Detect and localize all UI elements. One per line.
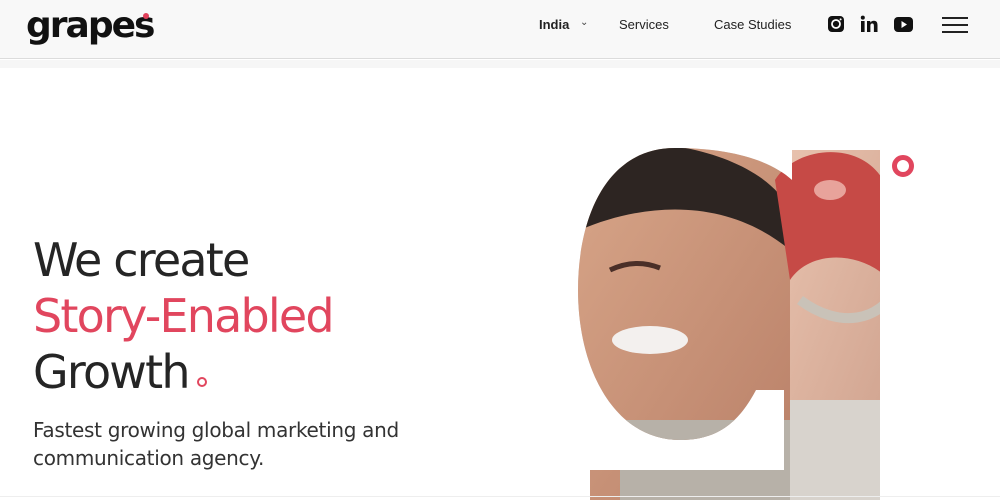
nav-country-selector[interactable]: India	[539, 17, 569, 33]
youtube-icon[interactable]	[894, 17, 913, 32]
bottom-divider	[0, 496, 1000, 497]
nav-case-studies-link[interactable]: Case Studies	[714, 17, 791, 33]
instagram-icon[interactable]	[827, 15, 845, 33]
logo-dot	[143, 13, 149, 19]
headline-line-1: We create	[33, 233, 250, 287]
menu-bar	[942, 24, 968, 26]
grapes-logo[interactable]: grapes	[26, 6, 155, 46]
menu-bar	[942, 17, 968, 19]
hero-g-image	[578, 148, 880, 500]
menu-bar	[942, 31, 968, 33]
hamburger-menu-icon[interactable]	[942, 16, 968, 34]
site-header: grapes India ⌄ Services Case Studies	[0, 0, 1000, 59]
hero-subtitle: Fastest growing global marketing and com…	[33, 418, 399, 470]
nav-services-link[interactable]: Services	[619, 17, 669, 33]
linkedin-icon[interactable]	[860, 15, 878, 33]
hero-accent-ring	[892, 155, 914, 177]
header-shadow	[0, 60, 1000, 68]
headline-line-2: Story-Enabled	[33, 289, 335, 343]
headline-accent-dot	[197, 377, 207, 387]
headline-line-3: Growth	[33, 345, 190, 399]
chevron-down-icon[interactable]: ⌄	[580, 17, 588, 28]
